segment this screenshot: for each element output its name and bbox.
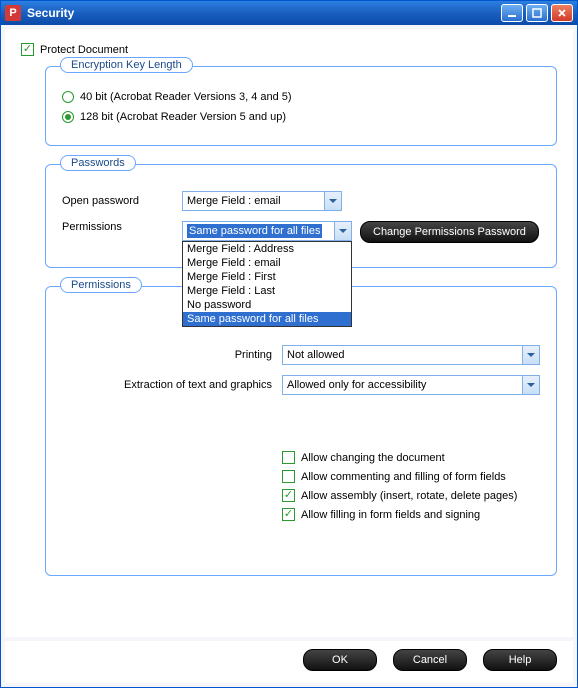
- printing-label: Printing: [62, 349, 282, 361]
- extraction-value: Allowed only for accessibility: [287, 379, 426, 391]
- allow-change-checkbox[interactable]: [282, 451, 295, 464]
- protect-document-label: Protect Document: [40, 44, 128, 56]
- dropdown-option[interactable]: Merge Field : Last: [183, 284, 351, 298]
- help-button[interactable]: Help: [483, 649, 557, 671]
- chevron-down-icon: [334, 222, 351, 240]
- maximize-button[interactable]: [526, 4, 548, 22]
- permissions-password-value: Same password for all files: [187, 224, 322, 238]
- permissions-password-label: Permissions: [62, 221, 182, 233]
- dialog-content: Protect Document Encryption Key Length 4…: [5, 29, 573, 637]
- encryption-40bit-radio[interactable]: [62, 91, 74, 103]
- encryption-40bit-label: 40 bit (Acrobat Reader Versions 3, 4 and…: [80, 91, 292, 103]
- open-password-label: Open password: [62, 195, 182, 207]
- allow-fill-sign-label: Allow filling in form fields and signing: [301, 509, 480, 521]
- dropdown-option[interactable]: Merge Field : First: [183, 270, 351, 284]
- open-password-value: Merge Field : email: [187, 195, 281, 207]
- open-password-combo[interactable]: Merge Field : email: [182, 191, 342, 211]
- chevron-down-icon: [522, 346, 539, 364]
- change-permissions-password-button[interactable]: Change Permissions Password: [360, 221, 539, 243]
- permissions-password-combo[interactable]: Same password for all files Merge Field …: [182, 221, 352, 241]
- allow-fill-sign-checkbox[interactable]: [282, 508, 295, 521]
- close-button[interactable]: [551, 4, 573, 22]
- encryption-legend: Encryption Key Length: [60, 57, 193, 73]
- security-dialog: P Security Protect Document Encryption K…: [0, 0, 578, 688]
- encryption-128bit-label: 128 bit (Acrobat Reader Version 5 and up…: [80, 111, 286, 123]
- window-title: Security: [27, 6, 498, 20]
- dropdown-option[interactable]: Merge Field : Address: [183, 242, 351, 256]
- protect-document-checkbox[interactable]: [21, 43, 34, 56]
- permissions-legend: Permissions: [60, 277, 142, 293]
- dropdown-option[interactable]: Merge Field : email: [183, 256, 351, 270]
- cancel-button[interactable]: Cancel: [393, 649, 467, 671]
- app-icon: P: [5, 5, 21, 21]
- minimize-button[interactable]: [501, 4, 523, 22]
- printing-value: Not allowed: [287, 349, 344, 361]
- dropdown-option[interactable]: No password: [183, 298, 351, 312]
- encryption-fieldset: Encryption Key Length 40 bit (Acrobat Re…: [45, 66, 557, 146]
- permissions-password-dropdown: Merge Field : Address Merge Field : emai…: [182, 241, 352, 327]
- ok-button[interactable]: OK: [303, 649, 377, 671]
- allow-comment-checkbox[interactable]: [282, 470, 295, 483]
- printing-combo[interactable]: Not allowed: [282, 345, 540, 365]
- extraction-label: Extraction of text and graphics: [62, 379, 282, 391]
- chevron-down-icon: [522, 376, 539, 394]
- allow-comment-label: Allow commenting and filling of form fie…: [301, 471, 506, 483]
- permissions-fieldset: Permissions Printing Not allowed Extract…: [45, 286, 557, 576]
- dropdown-option[interactable]: Same password for all files: [183, 312, 351, 326]
- passwords-fieldset: Passwords Open password Merge Field : em…: [45, 164, 557, 268]
- encryption-128bit-radio[interactable]: [62, 111, 74, 123]
- extraction-combo[interactable]: Allowed only for accessibility: [282, 375, 540, 395]
- passwords-legend: Passwords: [60, 155, 136, 171]
- allow-assembly-label: Allow assembly (insert, rotate, delete p…: [301, 490, 517, 502]
- chevron-down-icon: [324, 192, 341, 210]
- titlebar: P Security: [1, 1, 577, 25]
- allow-change-label: Allow changing the document: [301, 452, 445, 464]
- button-bar: OK Cancel Help: [5, 641, 573, 683]
- allow-assembly-checkbox[interactable]: [282, 489, 295, 502]
